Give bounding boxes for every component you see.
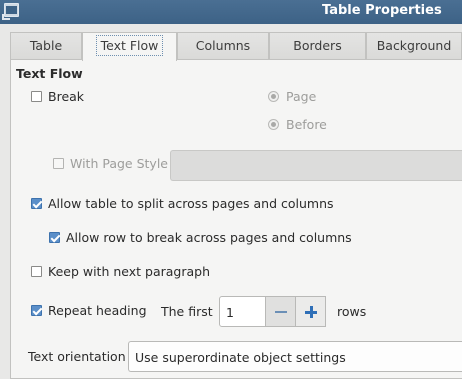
repeat-heading-checkbox[interactable] [31,305,42,316]
break-label[interactable]: Break [48,89,84,104]
with-page-style-checkbox[interactable] [53,158,64,169]
tab-label: Text Flow [95,35,164,56]
rows-label: rows [337,304,367,319]
allow-split-checkbox[interactable] [31,198,42,209]
before-radio[interactable] [268,119,279,130]
the-first-label: The first [161,304,213,319]
decrease-rows-button[interactable] [265,296,296,327]
repeat-heading-label[interactable]: Repeat heading [48,303,147,318]
window-icon[interactable] [2,3,19,20]
section-heading-text-flow: Text Flow [16,66,83,81]
tab-label: Background [376,38,452,53]
page-style-dropdown[interactable] [170,150,462,181]
text-orientation-label: Text orientation [28,349,126,364]
tab-columns[interactable]: Columns [177,32,269,60]
page-radio[interactable] [268,91,279,102]
page-radio-label: Page [286,89,317,104]
tab-background[interactable]: Background [366,32,462,60]
tab-label: Columns [195,38,251,53]
before-radio-label: Before [286,117,327,132]
title-bar: Table Properties [0,0,462,24]
keep-with-next-label[interactable]: Keep with next paragraph [48,264,210,279]
tab-table[interactable]: Table [10,32,82,60]
text-flow-panel [10,59,462,379]
tab-bar: Table Text Flow Columns Borders Backgrou… [10,32,462,61]
text-orientation-dropdown[interactable]: Use superordinate object settings [128,341,462,372]
allow-row-break-label[interactable]: Allow row to break across pages and colu… [66,230,352,245]
allow-row-break-checkbox[interactable] [49,232,60,243]
allow-split-label[interactable]: Allow table to split across pages and co… [48,196,334,211]
window-title: Table Properties [322,3,442,18]
heading-rows-input[interactable]: 1 [219,296,266,327]
tab-label: Table [29,38,63,53]
keep-with-next-checkbox[interactable] [31,266,42,277]
break-checkbox[interactable] [31,91,42,102]
increase-rows-button[interactable] [295,296,326,327]
with-page-style-label: With Page Style [70,156,168,171]
tab-label: Borders [293,38,342,53]
tab-borders[interactable]: Borders [269,32,366,60]
tab-text-flow[interactable]: Text Flow [82,32,177,61]
